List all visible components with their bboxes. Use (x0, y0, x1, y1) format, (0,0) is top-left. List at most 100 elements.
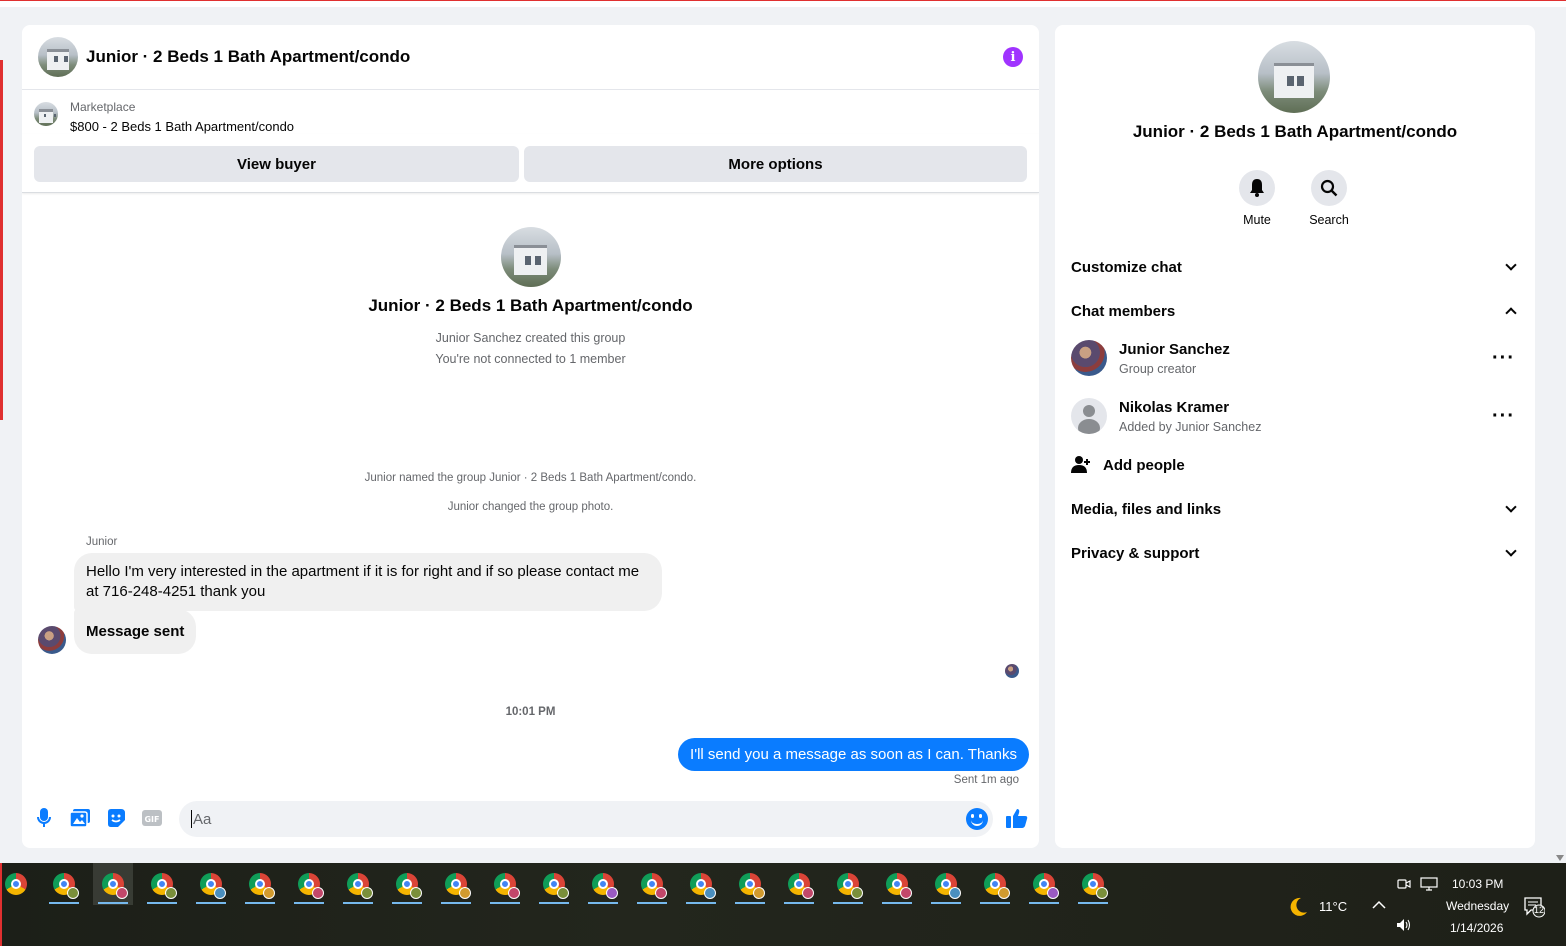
volume-icon[interactable] (1396, 918, 1412, 935)
svg-text:GIF: GIF (144, 815, 159, 824)
intro-connection-text: You're not connected to 1 member (435, 352, 626, 366)
side-group-avatar[interactable] (1258, 41, 1330, 113)
emoji-icon[interactable] (966, 808, 988, 830)
clock-day[interactable]: Wednesday (1446, 899, 1509, 913)
notifications-icon[interactable]: 12 (1523, 896, 1546, 921)
clock-time[interactable]: 10:03 PM (1452, 877, 1503, 891)
taskbar-chrome-window[interactable] (240, 863, 280, 905)
bell-icon[interactable] (1239, 170, 1275, 206)
taskbar-chrome-window[interactable] (0, 863, 36, 905)
taskbar-chrome-window[interactable] (926, 863, 966, 905)
chrome-icon (200, 873, 226, 899)
taskbar-chrome-window[interactable] (681, 863, 721, 905)
network-icon[interactable] (1420, 877, 1438, 894)
sticker-icon[interactable] (103, 797, 129, 839)
taskbar-chrome-window[interactable] (1024, 863, 1064, 905)
open-window-indicator (686, 902, 716, 904)
chevron-up-icon[interactable] (1372, 897, 1386, 912)
open-window-indicator (294, 902, 324, 904)
chrome-icon (592, 873, 618, 899)
taskbar-chrome-window[interactable] (877, 863, 917, 905)
sender-avatar[interactable] (38, 626, 66, 654)
search-label: Search (1309, 213, 1349, 227)
text-caret (191, 810, 192, 828)
taskbar-chrome-window[interactable] (583, 863, 623, 905)
outgoing-message[interactable]: I'll send you a message as soon as I can… (678, 738, 1029, 771)
privacy-support-row[interactable]: Privacy & support (1071, 541, 1519, 565)
open-window-indicator (245, 902, 275, 904)
profile-badge-icon (851, 887, 863, 899)
more-options-button[interactable]: More options (524, 146, 1027, 182)
search-button[interactable]: Search (1299, 170, 1359, 227)
page-scrollbar[interactable] (1554, 7, 1566, 863)
meet-now-icon[interactable] (1397, 877, 1411, 894)
message-input[interactable]: Aa (179, 801, 993, 837)
taskbar-chrome-window[interactable] (44, 863, 84, 905)
media-files-row[interactable]: Media, files and links (1071, 497, 1519, 521)
info-icon[interactable]: i (1003, 47, 1023, 67)
taskbar-chrome-window[interactable] (436, 863, 476, 905)
member-name: Nikolas Kramer (1119, 398, 1230, 416)
microphone-icon[interactable] (31, 797, 57, 839)
mute-label: Mute (1243, 213, 1271, 227)
open-window-indicator (637, 902, 667, 904)
chat-info-panel: Junior · 2 Beds 1 Bath Apartment/condo M… (1055, 25, 1535, 848)
marketplace-label: Marketplace (70, 100, 136, 114)
add-people-button[interactable]: Add people (1071, 453, 1185, 477)
profile-badge-icon (1096, 887, 1108, 899)
chat-title[interactable]: Junior · 2 Beds 1 Bath Apartment/condo (86, 47, 410, 67)
profile-badge-icon (655, 887, 667, 899)
taskbar-chrome-window[interactable] (730, 863, 770, 905)
incoming-message[interactable]: Hello I'm very interested in the apartme… (74, 553, 662, 611)
taskbar-chrome-window[interactable] (485, 863, 525, 905)
taskbar-chrome-window[interactable] (142, 863, 182, 905)
group-avatar[interactable] (38, 37, 78, 77)
profile-badge-icon (557, 887, 569, 899)
scroll-down-arrow-icon[interactable] (1556, 855, 1564, 861)
chrome-icon (53, 873, 79, 899)
member-role: Group creator (1119, 361, 1197, 376)
chrome-icon (249, 873, 275, 899)
weather-temperature[interactable]: 11°C (1319, 899, 1347, 914)
mute-button[interactable]: Mute (1227, 170, 1287, 227)
taskbar-chrome-window[interactable] (1073, 863, 1113, 905)
intro-avatar (500, 227, 561, 287)
member-row[interactable]: Junior Sanchez Group creator ··· (1071, 338, 1519, 378)
taskbar-chrome-window[interactable] (632, 863, 672, 905)
marketplace-listing[interactable]: Marketplace $800 - 2 Beds 1 Bath Apartme… (22, 90, 1039, 134)
chat-members-row[interactable]: Chat members (1071, 299, 1519, 323)
member-row[interactable]: Nikolas Kramer Added by Junior Sanchez ·… (1071, 396, 1519, 436)
notifications-count: 12 (1533, 905, 1544, 915)
add-person-icon (1071, 456, 1090, 473)
taskbar-chrome-window[interactable] (191, 863, 231, 905)
view-buyer-button[interactable]: View buyer (34, 146, 519, 182)
search-icon[interactable] (1311, 170, 1347, 206)
more-options-icon[interactable]: ··· (1492, 406, 1515, 426)
media-files-label: Media, files and links (1071, 500, 1222, 518)
customize-chat-row[interactable]: Customize chat (1071, 255, 1519, 279)
taskbar-chrome-window[interactable] (387, 863, 427, 905)
taskbar-chrome-window[interactable] (975, 863, 1015, 905)
clock-date[interactable]: 1/14/2026 (1450, 921, 1503, 935)
open-window-indicator (343, 902, 373, 904)
member-avatar[interactable] (1071, 398, 1107, 434)
more-options-icon[interactable]: ··· (1492, 348, 1515, 368)
incoming-message[interactable]: Message sent (74, 609, 197, 654)
profile-badge-icon (949, 887, 961, 899)
member-avatar[interactable] (1071, 340, 1107, 376)
taskbar-chrome-window[interactable] (779, 863, 819, 905)
profile-badge-icon (753, 887, 765, 899)
chrome-icon (984, 873, 1010, 899)
weather-moon-icon[interactable] (1286, 895, 1310, 919)
taskbar-chrome-window[interactable] (93, 863, 133, 905)
thumbs-up-icon[interactable] (1004, 797, 1030, 839)
photo-icon[interactable] (67, 797, 93, 839)
taskbar-chrome-window[interactable] (828, 863, 868, 905)
taskbar-chrome-window[interactable] (338, 863, 378, 905)
chrome-icon (1033, 873, 1059, 899)
open-window-indicator (49, 902, 79, 904)
taskbar-chrome-window[interactable] (289, 863, 329, 905)
gif-icon[interactable]: GIF (139, 797, 165, 839)
taskbar-chrome-window[interactable] (534, 863, 574, 905)
chat-members-label: Chat members (1071, 302, 1176, 320)
